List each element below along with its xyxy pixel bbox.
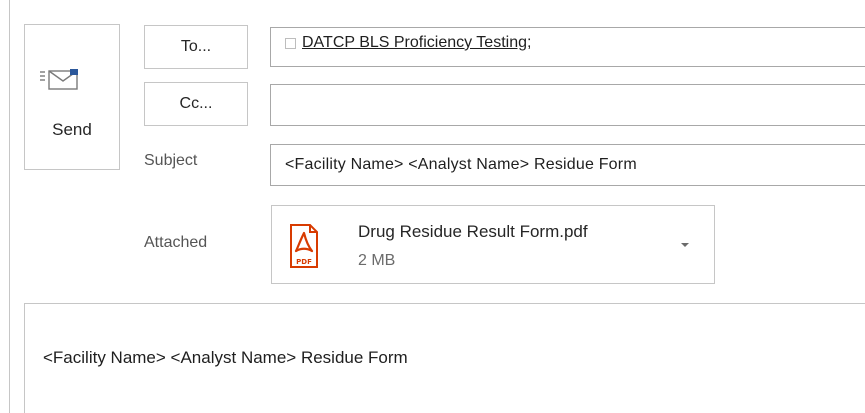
message-body[interactable]: <Facility Name> <Analyst Name> Residue F…: [24, 303, 865, 413]
subject-label: Subject: [144, 152, 198, 169]
attachment-card[interactable]: PDF Drug Residue Result Form.pdf 2 MB: [271, 205, 715, 284]
subject-field[interactable]: <Facility Name> <Analyst Name> Residue F…: [270, 144, 865, 186]
recipient-checkbox-icon: [285, 37, 296, 49]
attachment-name: Drug Residue Result Form.pdf: [358, 222, 588, 241]
cc-field[interactable]: [270, 84, 865, 126]
cc-button[interactable]: Cc...: [144, 82, 248, 126]
body-text: <Facility Name> <Analyst Name> Residue F…: [43, 348, 408, 367]
attachment-size: 2 MB: [358, 252, 396, 269]
recipient-chip[interactable]: DATCP BLS Proficiency Testing;: [285, 34, 531, 52]
to-field[interactable]: DATCP BLS Proficiency Testing;: [270, 27, 865, 67]
subject-value[interactable]: <Facility Name> <Analyst Name> Residue F…: [285, 156, 637, 174]
attached-label: Attached: [144, 234, 208, 251]
recipient-name[interactable]: DATCP BLS Proficiency Testing;: [302, 34, 531, 52]
svg-text:PDF: PDF: [296, 258, 312, 266]
send-button[interactable]: [24, 24, 120, 170]
to-button[interactable]: To...: [144, 25, 248, 69]
send-label: Send: [52, 120, 92, 139]
